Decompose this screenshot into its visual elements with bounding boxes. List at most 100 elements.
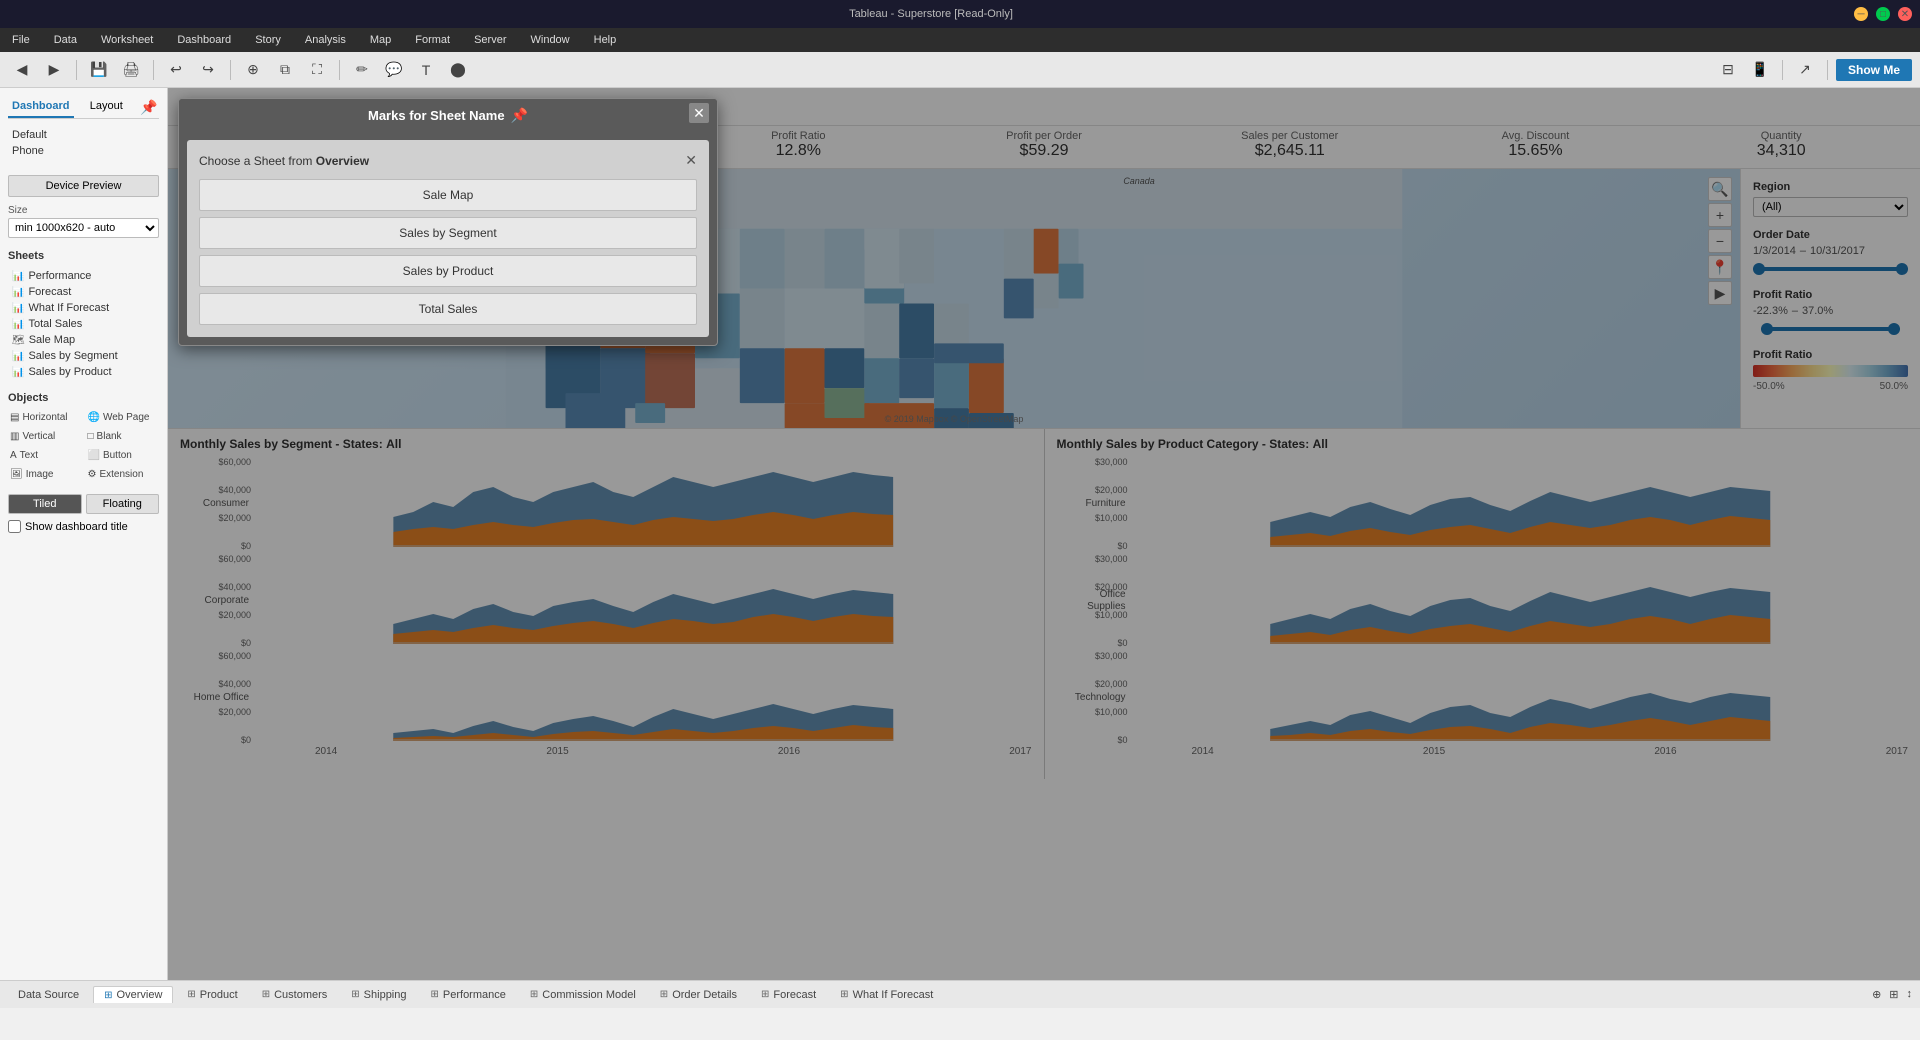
sheet-sale-map[interactable]: 🗺 Sale Map <box>8 332 159 348</box>
present-button[interactable]: ⛶ <box>303 56 331 84</box>
tab-forecast-label: Forecast <box>773 989 816 1001</box>
menu-format[interactable]: Format <box>411 32 454 48</box>
tab-what-if-forecast[interactable]: ⊞ What If Forecast <box>830 987 943 1003</box>
sheet-performance[interactable]: 📊 Performance <box>8 268 159 284</box>
redo-button[interactable]: ↪ <box>194 56 222 84</box>
minimize-button[interactable]: ─ <box>1854 7 1868 21</box>
phone-item[interactable]: Phone <box>8 143 159 159</box>
back-button[interactable]: ◀ <box>8 56 36 84</box>
close-button[interactable]: ✕ <box>1898 7 1912 21</box>
tab-commission-model[interactable]: ⊞ Commission Model <box>520 987 646 1003</box>
sheet-icon: 📊 <box>12 271 24 282</box>
default-item[interactable]: Default <box>8 127 159 143</box>
grid-icon[interactable]: ⊞ <box>1889 988 1898 1001</box>
forward-button[interactable]: ▶ <box>40 56 68 84</box>
sheets-title: Sheets <box>8 250 159 262</box>
label-button[interactable]: T <box>412 56 440 84</box>
sheet-what-if-forecast[interactable]: 📊 What If Forecast <box>8 300 159 316</box>
menu-data[interactable]: Data <box>50 32 81 48</box>
floating-button[interactable]: Floating <box>86 494 160 514</box>
sheet-what-if-forecast-label: What If Forecast <box>28 302 109 314</box>
menu-bar: File Data Worksheet Dashboard Story Anal… <box>0 28 1920 52</box>
show-title-checkbox[interactable] <box>8 520 21 533</box>
sheet-icon: 📊 <box>12 351 24 362</box>
size-section: Size min 1000x620 - auto <box>8 205 159 238</box>
show-title-label: Show dashboard title <box>25 521 128 533</box>
sheet-performance-label: Performance <box>28 270 91 282</box>
tab-shipping[interactable]: ⊞ Shipping <box>341 987 416 1003</box>
size-select[interactable]: min 1000x620 - auto <box>8 218 159 238</box>
modal-inner-close[interactable]: ✕ <box>685 152 697 169</box>
menu-file[interactable]: File <box>8 32 34 48</box>
print-button[interactable]: 🖨 <box>117 56 145 84</box>
title-bar: Tableau - Superstore [Read-Only] ─ □ ✕ <box>0 0 1920 28</box>
fit-button[interactable]: ⊟ <box>1714 56 1742 84</box>
obj-text[interactable]: A Text <box>8 448 82 463</box>
toolbar: ◀ ▶ 💾 🖨 ↩ ↪ ⊕ ⧉ ⛶ ✏ 💬 T ⬤ ⊟ 📱 ↗ Show Me <box>0 52 1920 88</box>
tab-overview[interactable]: ⊞ Overview <box>93 986 173 1003</box>
menu-analysis[interactable]: Analysis <box>301 32 350 48</box>
add-view-button[interactable]: ⊕ <box>239 56 267 84</box>
maximize-button[interactable]: □ <box>1876 7 1890 21</box>
tab-performance[interactable]: ⊞ Performance <box>421 987 516 1003</box>
sheet-option-total-sales[interactable]: Total Sales <box>199 293 697 325</box>
sheet-icon-what-if: ⊞ <box>840 989 848 1000</box>
tiled-button[interactable]: Tiled <box>8 494 82 514</box>
annotation-button[interactable]: ⬤ <box>444 56 472 84</box>
modal-title-bar: Marks for Sheet Name 📌 ✕ <box>179 99 717 132</box>
tab-order-details[interactable]: ⊞ Order Details <box>650 987 747 1003</box>
obj-horizontal[interactable]: ▤ Horizontal <box>8 410 82 425</box>
mark-button[interactable]: ✏ <box>348 56 376 84</box>
tab-data-source[interactable]: Data Source <box>8 987 89 1003</box>
menu-dashboard[interactable]: Dashboard <box>173 32 235 48</box>
sheet-icon-overview: ⊞ <box>104 990 112 1001</box>
sheet-option-sales-by-product[interactable]: Sales by Product <box>199 255 697 287</box>
sheet-sales-by-segment[interactable]: 📊 Sales by Segment <box>8 348 159 364</box>
tab-dashboard[interactable]: Dashboard <box>8 96 74 118</box>
sheet-total-sales[interactable]: 📊 Total Sales <box>8 316 159 332</box>
modal-close-button[interactable]: ✕ <box>689 103 709 123</box>
tab-layout[interactable]: Layout <box>74 96 140 118</box>
obj-vertical[interactable]: ▥ Vertical <box>8 429 82 444</box>
menu-help[interactable]: Help <box>590 32 621 48</box>
menu-server[interactable]: Server <box>470 32 510 48</box>
obj-image[interactable]: 🖼 Image <box>8 467 82 482</box>
tab-product[interactable]: ⊞ Product <box>177 987 247 1003</box>
sheet-icon-product: ⊞ <box>187 989 195 1000</box>
add-sheet-icon[interactable]: ⊕ <box>1872 988 1881 1001</box>
undo-button[interactable]: ↩ <box>162 56 190 84</box>
menu-story[interactable]: Story <box>251 32 285 48</box>
sheet-option-sales-by-segment[interactable]: Sales by Segment <box>199 217 697 249</box>
sort-icon[interactable]: ↕ <box>1907 988 1913 1001</box>
obj-button[interactable]: ⬜ Button <box>86 448 160 463</box>
sheet-sales-by-product[interactable]: 📊 Sales by Product <box>8 364 159 380</box>
obj-extension[interactable]: ⚙ Extension <box>86 467 160 482</box>
modal-overlay[interactable]: Marks for Sheet Name 📌 ✕ Choose a Sheet … <box>168 88 1920 980</box>
sheet-option-sale-map[interactable]: Sale Map <box>199 179 697 211</box>
sheet-forecast[interactable]: 📊 Forecast <box>8 284 159 300</box>
tooltip-button[interactable]: 💬 <box>380 56 408 84</box>
modal-subtitle: Choose a Sheet from Overview <box>199 154 369 168</box>
duplicate-button[interactable]: ⧉ <box>271 56 299 84</box>
device-preview-button[interactable]: Device Preview <box>8 175 159 197</box>
sheet-icon-order-details: ⊞ <box>660 989 668 1000</box>
obj-blank[interactable]: □ Blank <box>86 429 160 444</box>
tab-customers[interactable]: ⊞ Customers <box>252 987 338 1003</box>
sheet-icon-forecast: ⊞ <box>761 989 769 1000</box>
tab-forecast[interactable]: ⊞ Forecast <box>751 987 826 1003</box>
sheet-sales-by-segment-label: Sales by Segment <box>28 350 117 362</box>
share-button[interactable]: ↗ <box>1791 56 1819 84</box>
default-label: Default <box>12 129 47 141</box>
content-area: Executive Overview - Profitability ((All… <box>168 88 1920 980</box>
obj-web-page[interactable]: 🌐 Web Page <box>86 410 160 425</box>
menu-map[interactable]: Map <box>366 32 395 48</box>
save-button[interactable]: 💾 <box>85 56 113 84</box>
tab-shipping-label: Shipping <box>364 989 407 1001</box>
show-me-button[interactable]: Show Me <box>1836 59 1912 81</box>
panel-pin-icon[interactable]: 📌 <box>139 96 159 118</box>
menu-worksheet[interactable]: Worksheet <box>97 32 157 48</box>
sheets-section: Sheets 📊 Performance 📊 Forecast 📊 What I… <box>8 250 159 380</box>
phone-preview-button[interactable]: 📱 <box>1746 56 1774 84</box>
sheet-icon: 📊 <box>12 287 24 298</box>
menu-window[interactable]: Window <box>527 32 574 48</box>
